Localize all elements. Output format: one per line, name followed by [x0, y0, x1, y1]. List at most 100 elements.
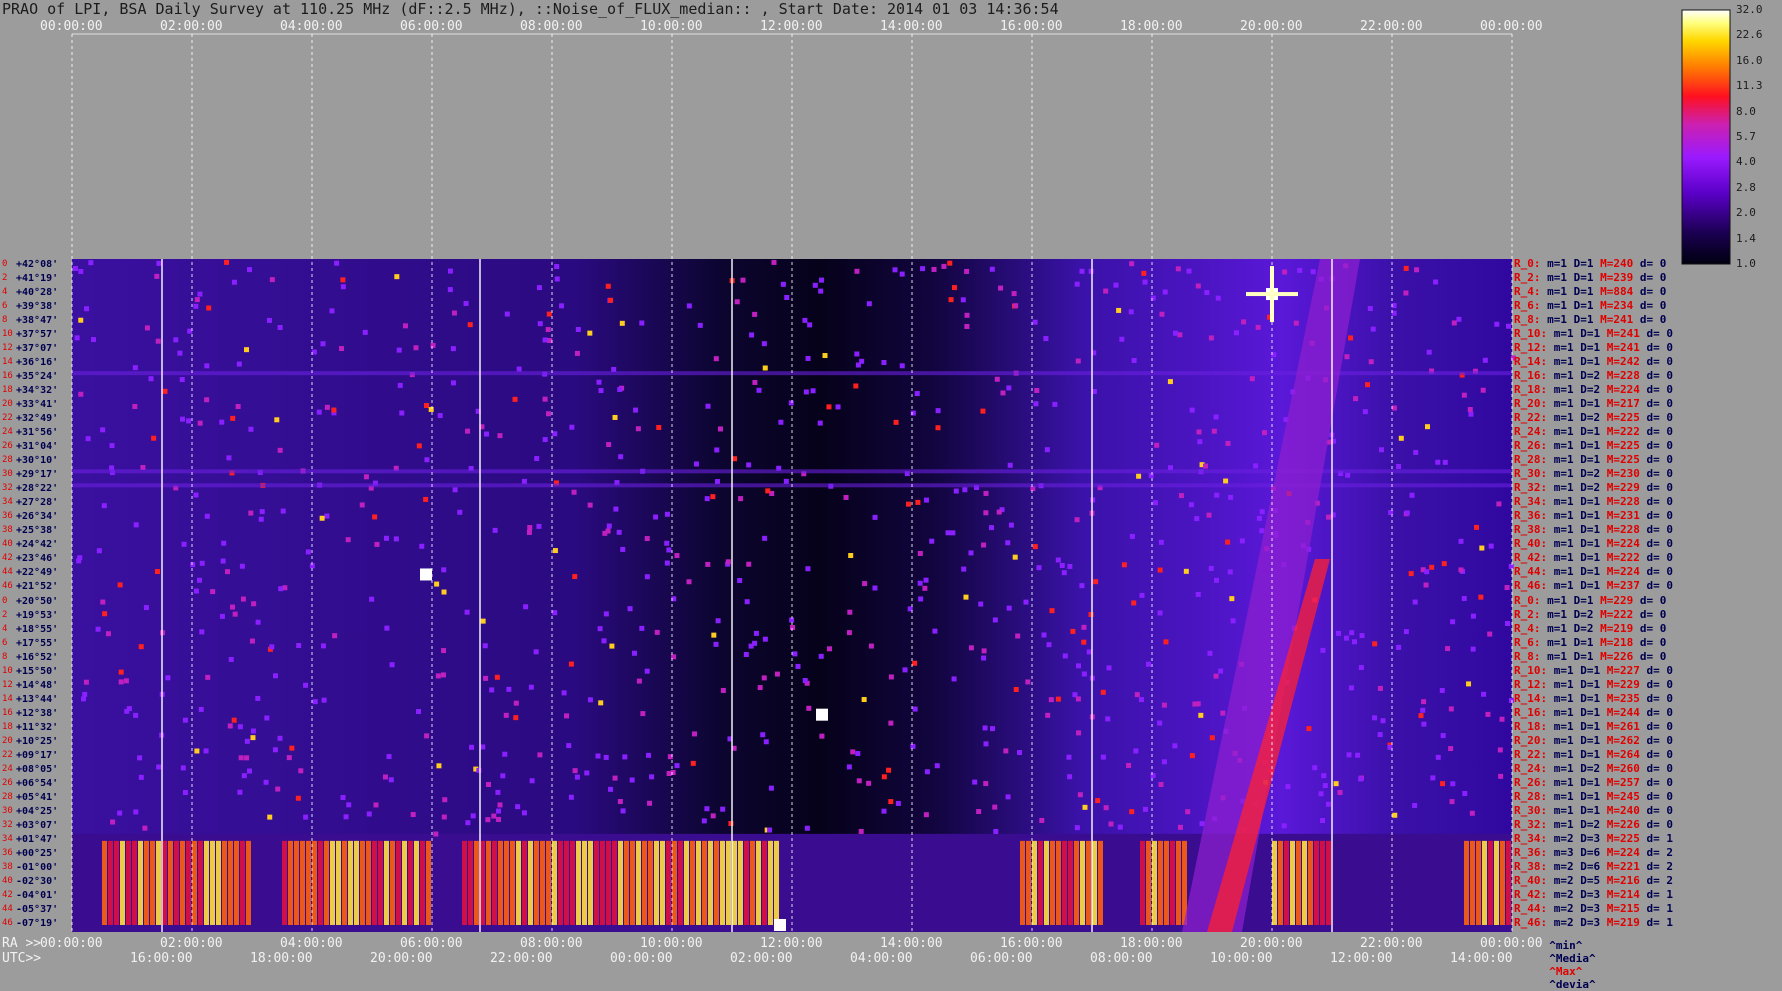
- utc-tick-label: 06:00:00: [970, 951, 1033, 966]
- stat-row: R_4: m=1 D=1 M=884 d= 0: [1514, 285, 1666, 298]
- noise-speckle: [1449, 799, 1455, 805]
- noise-speckle: [617, 799, 623, 805]
- noise-speckle: [732, 456, 738, 462]
- noise-speckle: [627, 606, 633, 612]
- dec-label: +06°54': [16, 777, 59, 789]
- noise-speckle: [1435, 459, 1441, 465]
- noise-speckle: [802, 317, 808, 323]
- noise-speckle: [180, 416, 186, 422]
- dec-label: -02°30': [16, 875, 59, 887]
- stat-row: R_14: m=1 D=1 M=235 d= 0: [1514, 692, 1673, 705]
- noise-speckle: [95, 626, 101, 632]
- stat-max: M=230: [1600, 467, 1640, 481]
- noise-speckle: [1377, 732, 1383, 738]
- noise-speckle: [818, 653, 824, 659]
- row-number: 6: [2, 301, 8, 312]
- stat-deviation: d= 0: [1639, 677, 1673, 691]
- noise-speckle: [1225, 440, 1231, 446]
- noise-speckle: [633, 407, 639, 413]
- noise-speckle: [1421, 699, 1427, 705]
- noise-speckle: [1131, 600, 1137, 606]
- stat-row: R_4: m=1 D=2 M=219 d= 0: [1514, 622, 1666, 635]
- noise-speckle: [1259, 509, 1265, 515]
- noise-speckle: [320, 341, 326, 347]
- noise-speckle: [237, 789, 243, 795]
- stat-deviation: d= 0: [1639, 425, 1673, 439]
- stat-min: m=2: [1547, 831, 1574, 845]
- dec-label: +42°08': [16, 259, 59, 270]
- row-number: 24: [2, 763, 13, 774]
- hot-region-2: [510, 840, 515, 925]
- noise-speckle: [881, 359, 887, 365]
- noise-speckle: [1079, 268, 1085, 274]
- row-number: 14: [2, 693, 13, 704]
- stat-median: D=5: [1573, 873, 1601, 887]
- stat-row: R_20: m=1 D=1 M=262 d= 0: [1514, 734, 1673, 747]
- stat-median: D=1: [1573, 495, 1601, 509]
- noise-speckle: [664, 560, 670, 566]
- noise-speckle: [447, 287, 453, 293]
- noise-speckle: [1433, 279, 1439, 285]
- noise-speckle: [366, 811, 372, 817]
- noise-speckle: [603, 754, 609, 760]
- hot-region-2: [528, 840, 533, 925]
- noise-speckle: [1177, 824, 1183, 830]
- row-number: 14: [2, 357, 13, 368]
- ra-tick-label: 14:00:00: [880, 936, 943, 951]
- noise-speckle: [854, 268, 860, 274]
- noise-speckle: [1412, 599, 1418, 605]
- noise-speckle: [249, 638, 255, 644]
- stat-max: M=226: [1593, 649, 1634, 663]
- noise-speckle: [1046, 642, 1052, 648]
- stat-row-id: R_22:: [1514, 747, 1548, 761]
- noise-speckle: [434, 581, 440, 587]
- hot-region-0: [168, 840, 173, 925]
- stat-deviation: d= 0: [1639, 817, 1673, 831]
- noise-speckle: [231, 279, 237, 285]
- noise-speckle: [148, 376, 154, 382]
- stat-row-id: R_44:: [1514, 565, 1548, 579]
- stat-min: m=1: [1547, 341, 1574, 355]
- stat-max: M=241: [1600, 341, 1640, 355]
- noise-speckle: [303, 682, 309, 688]
- noise-speckle: [1213, 673, 1219, 679]
- noise-speckle: [1213, 577, 1219, 583]
- hot-region-0: [180, 840, 185, 925]
- noise-speckle: [1116, 307, 1122, 313]
- noise-speckle: [1348, 335, 1354, 341]
- dec-label: +04°25': [16, 805, 59, 817]
- noise-speckle: [1282, 269, 1288, 275]
- noise-speckle: [1408, 571, 1414, 577]
- noise-speckle: [1139, 592, 1145, 598]
- stat-median: D=6: [1573, 859, 1601, 873]
- hot-region-1: [378, 840, 383, 925]
- noise-speckle: [1470, 646, 1476, 652]
- row-number: 32: [2, 819, 13, 830]
- noise-speckle: [1256, 515, 1262, 521]
- noise-speckle: [989, 266, 995, 272]
- noise-speckle: [858, 828, 864, 834]
- noise-speckle: [1355, 752, 1361, 758]
- hot-region-2: [522, 840, 527, 925]
- row-number: 6: [2, 637, 8, 648]
- noise-speckle: [1440, 733, 1446, 739]
- noise-speckle: [542, 337, 548, 343]
- noise-speckle: [972, 779, 978, 785]
- noise-speckle: [1451, 320, 1457, 326]
- stat-deviation: d= 0: [1639, 509, 1673, 523]
- hot-region-2: [516, 840, 521, 925]
- stat-median: D=3: [1573, 887, 1601, 901]
- noise-speckle: [826, 404, 832, 410]
- stat-row: R_34: m=1 D=1 M=228 d= 0: [1514, 495, 1673, 508]
- noise-speckle: [227, 723, 233, 729]
- stat-min: m=1: [1547, 565, 1574, 579]
- hot-region-1: [402, 840, 407, 925]
- noise-speckle: [691, 731, 697, 737]
- noise-speckle: [1367, 306, 1373, 312]
- dec-label: +40°28': [16, 287, 59, 299]
- noise-speckle: [74, 335, 80, 341]
- noise-speckle: [856, 778, 862, 784]
- noise-speckle: [1189, 753, 1195, 759]
- noise-speckle: [1293, 320, 1299, 326]
- noise-speckle: [1479, 545, 1485, 551]
